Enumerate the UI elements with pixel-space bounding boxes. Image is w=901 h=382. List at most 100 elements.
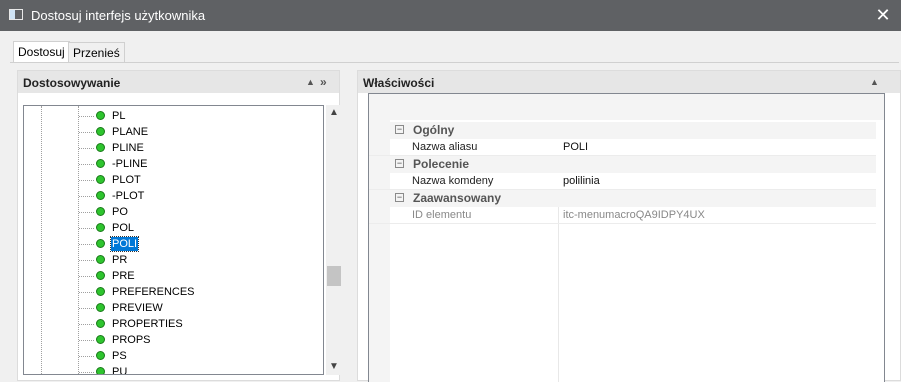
tree-item-label: POLI	[109, 236, 140, 252]
tree-connector	[79, 164, 94, 165]
green-dot-icon	[96, 367, 105, 374]
expand-right-icon[interactable]: »	[320, 71, 327, 93]
tree-connector	[79, 292, 94, 293]
tree-item[interactable]: -PLINE	[24, 156, 314, 172]
tree-connector	[79, 212, 94, 213]
tree-item-label: -PLINE	[112, 158, 148, 170]
tree-item[interactable]: PRE	[24, 268, 314, 284]
tree-item[interactable]: PLANE	[24, 124, 314, 140]
window-title: Dostosuj interfejs użytkownika	[31, 8, 206, 23]
tree-item-label: PROPERTIES	[112, 318, 183, 330]
scrollbar-thumb[interactable]	[327, 266, 341, 286]
green-dot-icon	[96, 335, 105, 344]
tree-connector	[79, 324, 94, 325]
panel-header-customization: Dostosowywanie ▲ »	[18, 71, 339, 93]
property-row[interactable]: Nazwa komdeny polilinia	[369, 173, 876, 190]
tree-item[interactable]: PO	[24, 204, 314, 220]
collapse-toggle-icon[interactable]: −	[395, 125, 404, 134]
tree-item-label: -PLOT	[112, 190, 145, 202]
green-dot-icon	[96, 111, 105, 120]
green-dot-icon	[96, 239, 105, 248]
panel-header-properties: Właściwości ▲	[358, 71, 900, 93]
panel-title: Właściwości	[363, 76, 435, 90]
green-dot-icon	[96, 319, 105, 328]
tree-connector	[79, 148, 94, 149]
green-dot-icon	[96, 223, 105, 232]
tree-item[interactable]: PR	[24, 252, 314, 268]
property-value[interactable]: polilinia	[563, 175, 600, 187]
property-category[interactable]: − Zaawansowany	[369, 190, 876, 207]
scroll-up-icon[interactable]: ▲	[326, 105, 342, 121]
green-dot-icon	[96, 271, 105, 280]
tree-connector	[79, 260, 94, 261]
tree-item[interactable]: POL	[24, 220, 314, 236]
tree-item-label: PLANE	[112, 126, 149, 138]
scroll-down-icon[interactable]: ▼	[326, 359, 342, 375]
tree-connector	[79, 244, 94, 245]
tree-item-label: PR	[112, 254, 128, 266]
tab-przenies[interactable]: Przenieś	[68, 42, 125, 63]
tree-connector	[79, 276, 94, 277]
tree-item-label: PL	[112, 110, 126, 122]
tree-item[interactable]: PROPERTIES	[24, 316, 314, 332]
property-grid: − Ogólny Nazwa aliasu POLI − Polecenie Nazwa k…	[368, 93, 885, 382]
tree-item[interactable]: PU	[24, 364, 314, 375]
tree-item-label: PLOT	[112, 174, 141, 186]
collapse-toggle-icon[interactable]: −	[395, 159, 404, 168]
collapse-up-icon[interactable]: ▲	[306, 71, 315, 93]
tree-item[interactable]: PREVIEW	[24, 300, 314, 316]
tree-connector	[79, 180, 94, 181]
category-name: Polecenie	[413, 157, 470, 171]
tree-item-label: PROPS	[112, 334, 151, 346]
green-dot-icon	[96, 303, 105, 312]
close-icon[interactable]: ✕	[865, 0, 901, 31]
tree-scrollbar[interactable]: ▲ ▼	[326, 105, 342, 375]
property-category[interactable]: − Ogólny	[369, 122, 876, 139]
tree-item[interactable]: PLINE	[24, 140, 314, 156]
property-row[interactable]: Nazwa aliasu POLI	[369, 139, 876, 156]
tree-item[interactable]: PROPS	[24, 332, 314, 348]
property-category[interactable]: − Polecenie	[369, 156, 876, 173]
tree-item[interactable]: POLI	[24, 236, 314, 252]
property-value[interactable]: itc-menumacroQA9IDPY4UX	[563, 209, 705, 221]
green-dot-icon	[96, 159, 105, 168]
tree-connector	[79, 132, 94, 133]
tree-item-label: PS	[112, 350, 127, 362]
tree-connector	[79, 356, 94, 357]
tree-item-label: PRE	[112, 270, 135, 282]
tree-item[interactable]: PL	[24, 108, 314, 124]
green-dot-icon	[96, 207, 105, 216]
tree-connector	[79, 228, 94, 229]
property-value[interactable]: POLI	[563, 141, 588, 153]
tree-connector	[79, 196, 94, 197]
property-row[interactable]: ID elementu itc-menumacroQA9IDPY4UX	[369, 207, 876, 224]
green-dot-icon	[96, 351, 105, 360]
tree-item-label: PU	[112, 366, 128, 375]
tree-item-label: PLINE	[112, 142, 144, 154]
tree-item[interactable]: PREFERENCES	[24, 284, 314, 300]
collapse-toggle-icon[interactable]: −	[395, 193, 404, 202]
category-name: Zaawansowany	[413, 191, 502, 205]
green-dot-icon	[96, 255, 105, 264]
tree-item[interactable]: -PLOT	[24, 188, 314, 204]
property-name: Nazwa komdeny	[412, 175, 494, 187]
tree-item-label: PREVIEW	[112, 302, 163, 314]
panel-title: Dostosowywanie	[23, 76, 121, 90]
tree-item[interactable]: PS	[24, 348, 314, 364]
window-titlebar: Dostosuj interfejs użytkownika ✕	[0, 0, 901, 31]
category-name: Ogólny	[413, 123, 455, 137]
tree-item[interactable]: PLOT	[24, 172, 314, 188]
properties-panel: Właściwości ▲ − Ogólny Nazwa aliasu POLI − Po…	[357, 70, 901, 382]
green-dot-icon	[96, 287, 105, 296]
collapse-up-icon[interactable]: ▲	[870, 71, 879, 93]
tree-item-label: PREFERENCES	[112, 286, 195, 298]
property-name: ID elementu	[412, 209, 472, 221]
tab-dostosuj[interactable]: Dostosuj	[13, 41, 70, 63]
tree-connector	[79, 372, 94, 373]
app-window-icon	[9, 9, 23, 20]
green-dot-icon	[96, 191, 105, 200]
tree-connector	[79, 308, 94, 309]
green-dot-icon	[96, 175, 105, 184]
tree-item-label: POL	[112, 222, 135, 234]
alias-tree[interactable]: PL PLANE PLINE -PLINE PLOT -PLOT PO POL POLI PR PR…	[23, 105, 324, 375]
